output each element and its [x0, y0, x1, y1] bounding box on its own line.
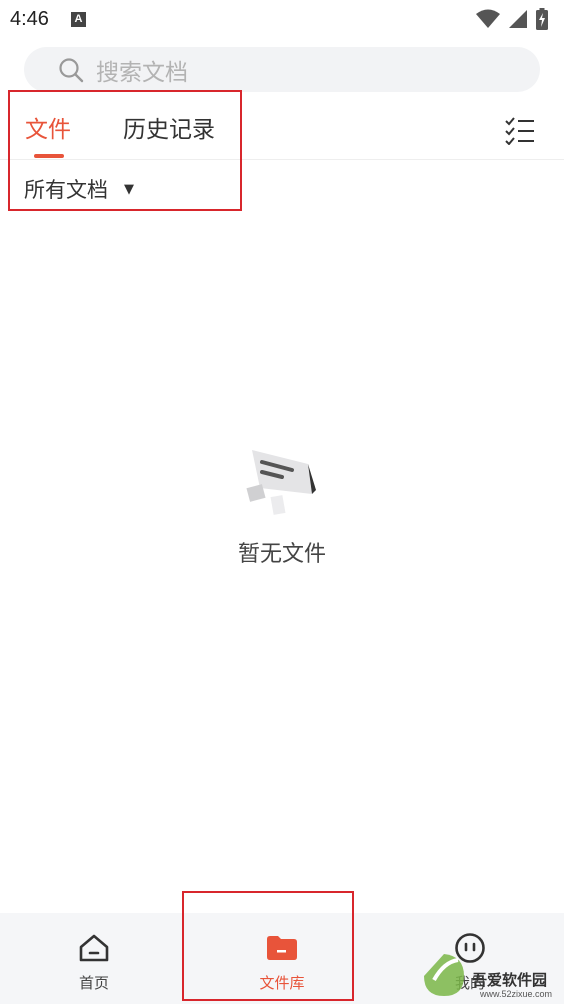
empty-state-text: 暂无文件	[237, 542, 326, 567]
search-icon	[59, 57, 84, 82]
search-bar[interactable]: 搜索文档	[24, 47, 540, 92]
status-bar: 4:46 A	[0, 0, 564, 38]
watermark: 吾爱软件园 www.52zixue.com	[420, 944, 560, 1002]
watermark-logo-icon	[424, 954, 464, 996]
status-indicators	[476, 8, 548, 30]
nav-home-label: 首页	[78, 974, 109, 992]
watermark-text: 吾爱软件园	[472, 971, 548, 989]
empty-documents-icon	[246, 450, 316, 515]
home-icon	[79, 934, 109, 962]
empty-state: 暂无文件	[0, 438, 564, 568]
wifi-icon	[476, 9, 500, 28]
search-placeholder: 搜索文档	[96, 59, 188, 86]
nav-home[interactable]: 首页	[34, 913, 154, 1004]
multi-select-list-icon[interactable]	[505, 117, 535, 145]
accessibility-badge-icon: A	[70, 11, 86, 27]
watermark-url: www.52zixue.com	[480, 989, 553, 999]
highlight-box-tabs	[8, 90, 242, 211]
status-time: 4:46	[10, 7, 49, 30]
signal-icon	[509, 10, 527, 28]
highlight-box-library	[182, 891, 354, 1001]
battery-icon	[536, 8, 548, 30]
